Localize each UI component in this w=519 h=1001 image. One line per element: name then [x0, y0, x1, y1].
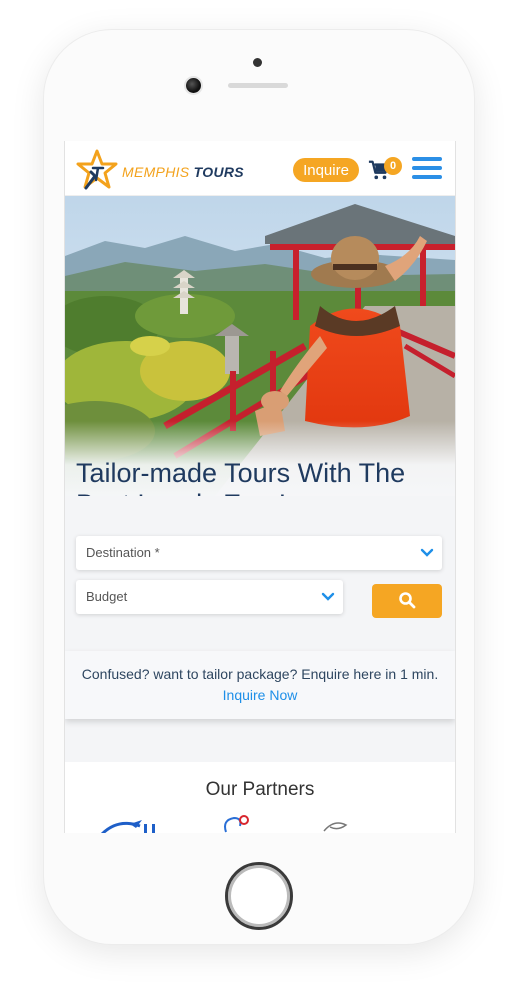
inquire-button[interactable]: Inquire [293, 158, 359, 182]
partner-logo [100, 820, 155, 833]
sensor-dot [253, 58, 262, 67]
enquiry-text: Confused? want to tailor package? Enquir… [81, 666, 439, 682]
search-icon [399, 592, 416, 609]
partners-section: Our Partners [65, 762, 455, 833]
hero-title: Tailor-made Tours With The Best Locals E… [76, 458, 406, 496]
front-camera [186, 78, 201, 93]
partners-title: Our Partners [205, 779, 315, 800]
destination-placeholder: Destination * [86, 545, 160, 560]
brand-logo[interactable]: MEMPHIS TOURS [75, 148, 244, 192]
brand-wordmark: MEMPHIS TOURS [122, 163, 244, 180]
hero-banner: Tailor-made Tours With The Best Locals E… [65, 196, 455, 496]
cart-count-badge: 0 [384, 157, 402, 175]
phone-screen: MEMPHIS TOURS Inquire 0 Tailor-made Tour… [64, 141, 456, 833]
earpiece-speaker [228, 83, 288, 88]
budget-placeholder: Budget [86, 589, 128, 604]
destination-select[interactable]: Destination * [76, 536, 442, 570]
search-button[interactable] [372, 584, 442, 618]
star-logo-icon [76, 149, 118, 190]
partner-logo [224, 815, 249, 833]
hamburger-menu-icon[interactable] [412, 157, 442, 179]
home-button[interactable] [225, 862, 293, 930]
chevron-down-icon [420, 548, 434, 557]
partner-logo [323, 822, 348, 832]
site-header: MEMPHIS TOURS Inquire 0 [65, 141, 455, 196]
budget-select[interactable]: Budget [76, 580, 343, 614]
enquiry-card: Confused? want to tailor package? Enquir… [65, 651, 455, 719]
chevron-down-icon [321, 592, 335, 601]
inquire-now-link[interactable]: Inquire Now [65, 687, 455, 703]
